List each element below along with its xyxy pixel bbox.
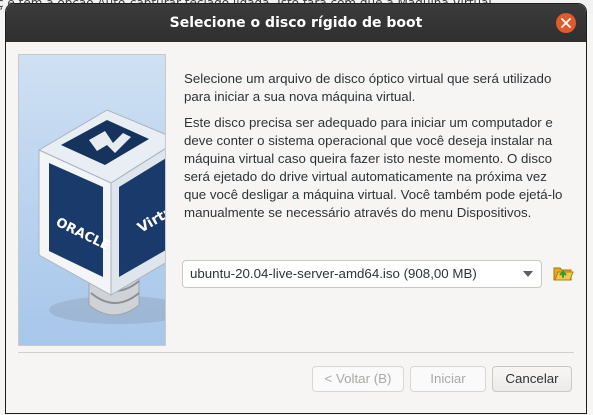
disk-image-selected-value: ubuntu-20.04-live-server-amd64.iso (908,… [190, 266, 477, 281]
start-button[interactable]: Iniciar [410, 366, 486, 392]
dialog-titlebar[interactable]: Selecione o disco rígido de boot [6, 4, 586, 42]
back-button[interactable]: < Voltar (B) [312, 366, 404, 392]
dialog-description-secondary: Este disco precisa ser adequado para ini… [184, 115, 563, 220]
virtualbox-cube-image: ORACLE Virtu [37, 109, 165, 324]
close-button[interactable] [556, 13, 576, 33]
dialog-description-primary: Selecione um arquivo de disco óptico vir… [184, 71, 552, 104]
close-icon [561, 18, 571, 28]
virtualbox-illustration: ORACLE Virtu [18, 54, 166, 346]
chevron-down-icon [523, 271, 533, 277]
boot-disk-dialog: Selecione o disco rígido de boot ORACLE … [6, 4, 586, 413]
cancel-button[interactable]: Cancelar [492, 366, 572, 392]
choose-disk-file-button[interactable] [552, 262, 574, 284]
dialog-title: Selecione o disco rígido de boot [169, 15, 423, 31]
folder-open-icon [553, 267, 574, 281]
disk-image-select[interactable]: ubuntu-20.04-live-server-amd64.iso (908,… [182, 260, 542, 288]
dialog-separator [18, 352, 574, 353]
